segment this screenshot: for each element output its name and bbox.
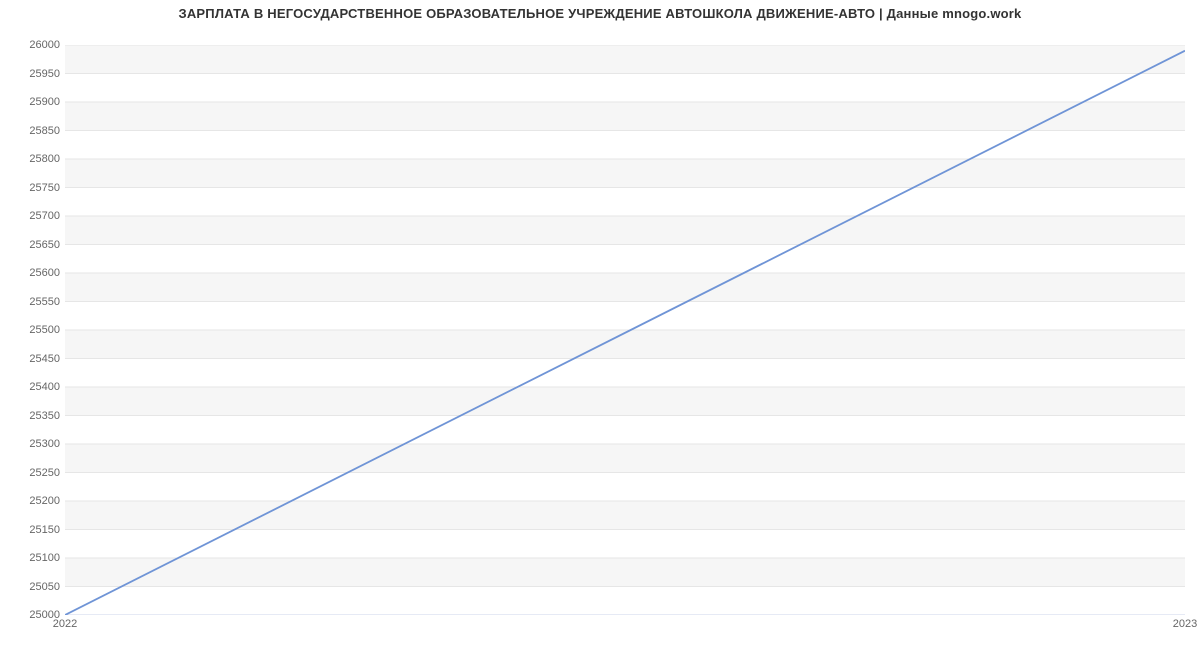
- chart-title: ЗАРПЛАТА В НЕГОСУДАРСТВЕННОЕ ОБРАЗОВАТЕЛ…: [0, 6, 1200, 21]
- y-tick-label: 25050: [29, 581, 60, 593]
- y-tick-label: 25250: [29, 467, 60, 479]
- y-tick-label: 25500: [29, 324, 60, 336]
- plot-area: [65, 45, 1185, 615]
- y-axis-labels: 2500025050251002515025200252502530025350…: [0, 45, 60, 615]
- y-tick-label: 25600: [29, 267, 60, 279]
- x-axis-labels: 20222023: [65, 618, 1185, 638]
- y-tick-label: 25100: [29, 552, 60, 564]
- y-tick-label: 25150: [29, 524, 60, 536]
- y-tick-label: 25650: [29, 239, 60, 251]
- chart-svg: [65, 45, 1185, 615]
- y-tick-label: 25450: [29, 353, 60, 365]
- y-tick-label: 25950: [29, 68, 60, 80]
- chart-container: ЗАРПЛАТА В НЕГОСУДАРСТВЕННОЕ ОБРАЗОВАТЕЛ…: [0, 0, 1200, 650]
- y-tick-label: 25700: [29, 210, 60, 222]
- y-tick-label: 25200: [29, 495, 60, 507]
- y-tick-label: 25850: [29, 125, 60, 137]
- y-tick-label: 25400: [29, 381, 60, 393]
- y-tick-label: 25550: [29, 296, 60, 308]
- y-tick-label: 26000: [29, 39, 60, 51]
- x-tick-label: 2023: [1173, 618, 1197, 630]
- grid-bands: [65, 45, 1185, 587]
- y-tick-label: 25350: [29, 410, 60, 422]
- y-tick-label: 25300: [29, 438, 60, 450]
- y-tick-label: 25800: [29, 153, 60, 165]
- y-tick-label: 25900: [29, 96, 60, 108]
- y-tick-label: 25750: [29, 182, 60, 194]
- x-tick-label: 2022: [53, 618, 77, 630]
